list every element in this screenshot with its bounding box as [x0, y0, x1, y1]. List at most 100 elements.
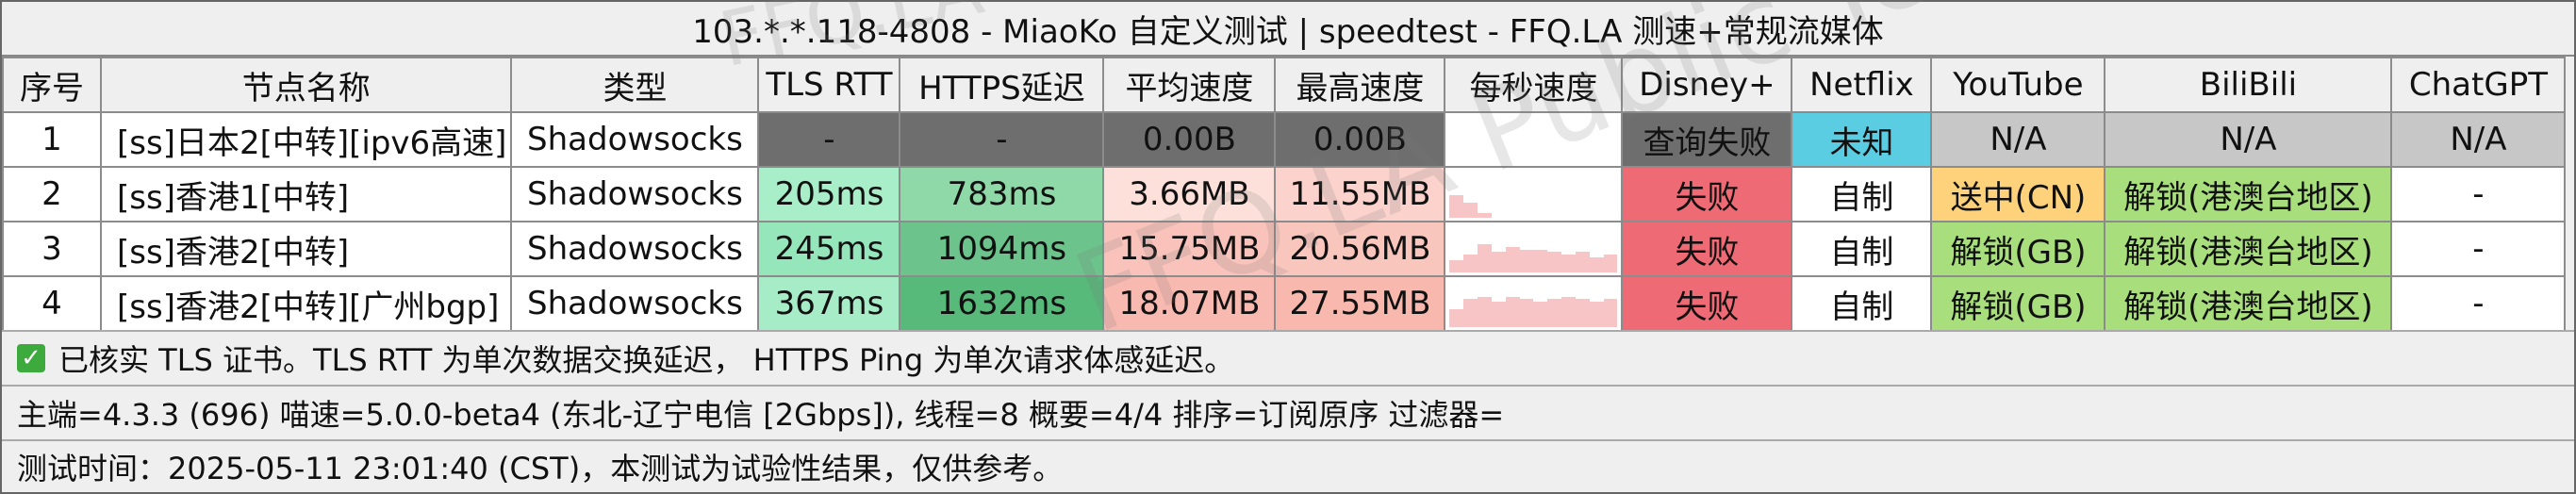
youtube-cell: N/A	[1930, 111, 2106, 168]
netflix-cell: 自制	[1791, 275, 1933, 332]
speed-sample-bar	[1478, 296, 1492, 327]
col-header-youtube[interactable]: YouTube	[1930, 57, 2106, 113]
tls-note: ✓ 已核实 TLS 证书。TLS RTT 为单次数据交换延迟， HTTPS Pi…	[2, 330, 2574, 385]
header-row: 序号 节点名称 类型 TLS RTT HTTPS延迟 平均速度 最高速度 每秒速…	[2, 57, 2567, 113]
https-latency-cell: 1632ms	[899, 275, 1105, 332]
speed-sample-bar	[1575, 299, 1590, 327]
speed-sample-bar	[1478, 212, 1492, 218]
speed-sample-bar	[1589, 302, 1604, 327]
table-row[interactable]: 3 [ss]香港2[中转] Shadowsocks 245ms 1094ms 1…	[2, 221, 2567, 277]
row-index: 2	[2, 166, 102, 222]
netflix-cell: 自制	[1791, 166, 1933, 222]
tls-rtt-cell: 367ms	[757, 275, 901, 332]
checkmark-icon: ✓	[17, 344, 45, 372]
avg-speed-cell: 0.00B	[1102, 111, 1277, 168]
speed-sample-bar	[1533, 249, 1548, 272]
page-title: 103.*.*.118-4808 - MiaoKo 自定义测试 | speedt…	[2, 2, 2574, 57]
speed-sparkline-cell	[1444, 275, 1624, 332]
https-latency-cell: 783ms	[899, 166, 1105, 222]
node-name: [ss]日本2[中转][ipv6高速]	[99, 111, 513, 168]
node-type: Shadowsocks	[510, 166, 760, 222]
col-header-netflix[interactable]: Netflix	[1791, 57, 1933, 113]
speed-sample-bar	[1491, 252, 1506, 272]
speed-sparkline	[1449, 223, 1618, 274]
node-name: [ss]香港2[中转]	[99, 221, 513, 277]
col-header-tls-rtt[interactable]: TLS RTT	[757, 57, 901, 113]
max-speed-cell: 11.55MB	[1274, 166, 1446, 222]
disney-cell: 失败	[1621, 221, 1793, 277]
disney-cell: 失败	[1621, 166, 1793, 222]
tls-rtt-cell: -	[757, 111, 901, 168]
netflix-cell: 自制	[1791, 221, 1933, 277]
avg-speed-cell: 18.07MB	[1102, 275, 1277, 332]
speed-sparkline	[1449, 114, 1617, 165]
node-name: [ss]香港2[中转][广州bgp]	[99, 275, 513, 332]
disney-cell: 失败	[1621, 275, 1793, 332]
youtube-cell: 解锁(GB)	[1930, 275, 2106, 332]
col-header-bilibili[interactable]: BiliBili	[2104, 57, 2393, 113]
tls-rtt-cell: 245ms	[757, 221, 901, 277]
row-index: 1	[2, 111, 102, 168]
test-time-text: 测试时间：2025-05-11 23:01:40 (CST)，本测试为试验性结果…	[17, 451, 1064, 486]
speed-sparkline-cell	[1444, 166, 1624, 222]
youtube-cell: 解锁(GB)	[1930, 221, 2106, 277]
speed-sparkline	[1449, 278, 1618, 329]
col-header-chatgpt[interactable]: ChatGPT	[2390, 57, 2567, 113]
col-header-avg-speed[interactable]: 平均速度	[1102, 57, 1277, 113]
speed-sample-bar	[1575, 252, 1590, 272]
speed-sample-bar	[1547, 299, 1562, 327]
avg-speed-cell: 3.66MB	[1102, 166, 1277, 222]
speed-sparkline-cell	[1444, 111, 1624, 168]
main-info: 主端=4.3.3 (696) 喵速=5.0.0-beta4 (东北-辽宁电信 […	[2, 385, 2574, 439]
speed-sample-bar	[1449, 309, 1464, 327]
table-row[interactable]: 1 [ss]日本2[中转][ipv6高速] Shadowsocks - - 0.…	[2, 111, 2567, 168]
results-table: 序号 节点名称 类型 TLS RTT HTTPS延迟 平均速度 最高速度 每秒速…	[2, 57, 2567, 332]
col-header-disney[interactable]: Disney+	[1621, 57, 1793, 113]
https-latency-cell: -	[899, 111, 1105, 168]
col-header-index[interactable]: 序号	[2, 57, 102, 113]
result-frame: 103.*.*.118-4808 - MiaoKo 自定义测试 | speedt…	[0, 0, 2576, 494]
speed-sample-bar	[1533, 302, 1548, 327]
speed-sample-bar	[1505, 296, 1520, 327]
chatgpt-cell: -	[2390, 166, 2567, 222]
node-type: Shadowsocks	[510, 275, 760, 332]
netflix-cell: 未知	[1791, 111, 1933, 168]
node-type: Shadowsocks	[510, 111, 760, 168]
col-header-per-second-speed[interactable]: 每秒速度	[1444, 57, 1624, 113]
col-header-type[interactable]: 类型	[510, 57, 760, 113]
speed-sample-bar	[1519, 249, 1534, 272]
speed-sample-bar	[1449, 194, 1464, 218]
bilibili-cell: 解锁(港澳台地区)	[2104, 221, 2393, 277]
bilibili-cell: N/A	[2104, 111, 2393, 168]
col-header-node-name[interactable]: 节点名称	[99, 57, 513, 113]
node-name: [ss]香港1[中转]	[99, 166, 513, 222]
https-latency-cell: 1094ms	[899, 221, 1105, 277]
speed-sample-bar	[1589, 256, 1604, 272]
speed-sample-bar	[1547, 252, 1562, 272]
node-type: Shadowsocks	[510, 221, 760, 277]
speed-sample-bar	[1561, 296, 1576, 327]
speed-sample-bar	[1491, 302, 1506, 327]
speed-sample-bar	[1463, 255, 1478, 272]
speed-sample-bar	[1603, 299, 1618, 327]
row-index: 3	[2, 221, 102, 277]
table-row[interactable]: 2 [ss]香港1[中转] Shadowsocks 205ms 783ms 3.…	[2, 166, 2567, 222]
max-speed-cell: 20.56MB	[1274, 221, 1446, 277]
youtube-cell: 送中(CN)	[1930, 166, 2106, 222]
speed-sample-bar	[1505, 247, 1520, 272]
speed-sample-bar	[1519, 299, 1534, 327]
col-header-https-latency[interactable]: HTTPS延迟	[899, 57, 1105, 113]
row-index: 4	[2, 275, 102, 332]
max-speed-cell: 27.55MB	[1274, 275, 1446, 332]
speed-sample-bar	[1603, 255, 1618, 272]
speed-sample-bar	[1478, 244, 1492, 272]
max-speed-cell: 0.00B	[1274, 111, 1446, 168]
table-row[interactable]: 4 [ss]香港2[中转][广州bgp] Shadowsocks 367ms 1…	[2, 275, 2567, 332]
tls-note-text: 已核实 TLS 证书。TLS RTT 为单次数据交换延迟， HTTPS Ping…	[58, 342, 1235, 378]
speed-sample-bar	[1561, 255, 1576, 272]
avg-speed-cell: 15.75MB	[1102, 221, 1277, 277]
tls-rtt-cell: 205ms	[757, 166, 901, 222]
bilibili-cell: 解锁(港澳台地区)	[2104, 275, 2393, 332]
chatgpt-cell: N/A	[2390, 111, 2567, 168]
col-header-max-speed[interactable]: 最高速度	[1274, 57, 1446, 113]
